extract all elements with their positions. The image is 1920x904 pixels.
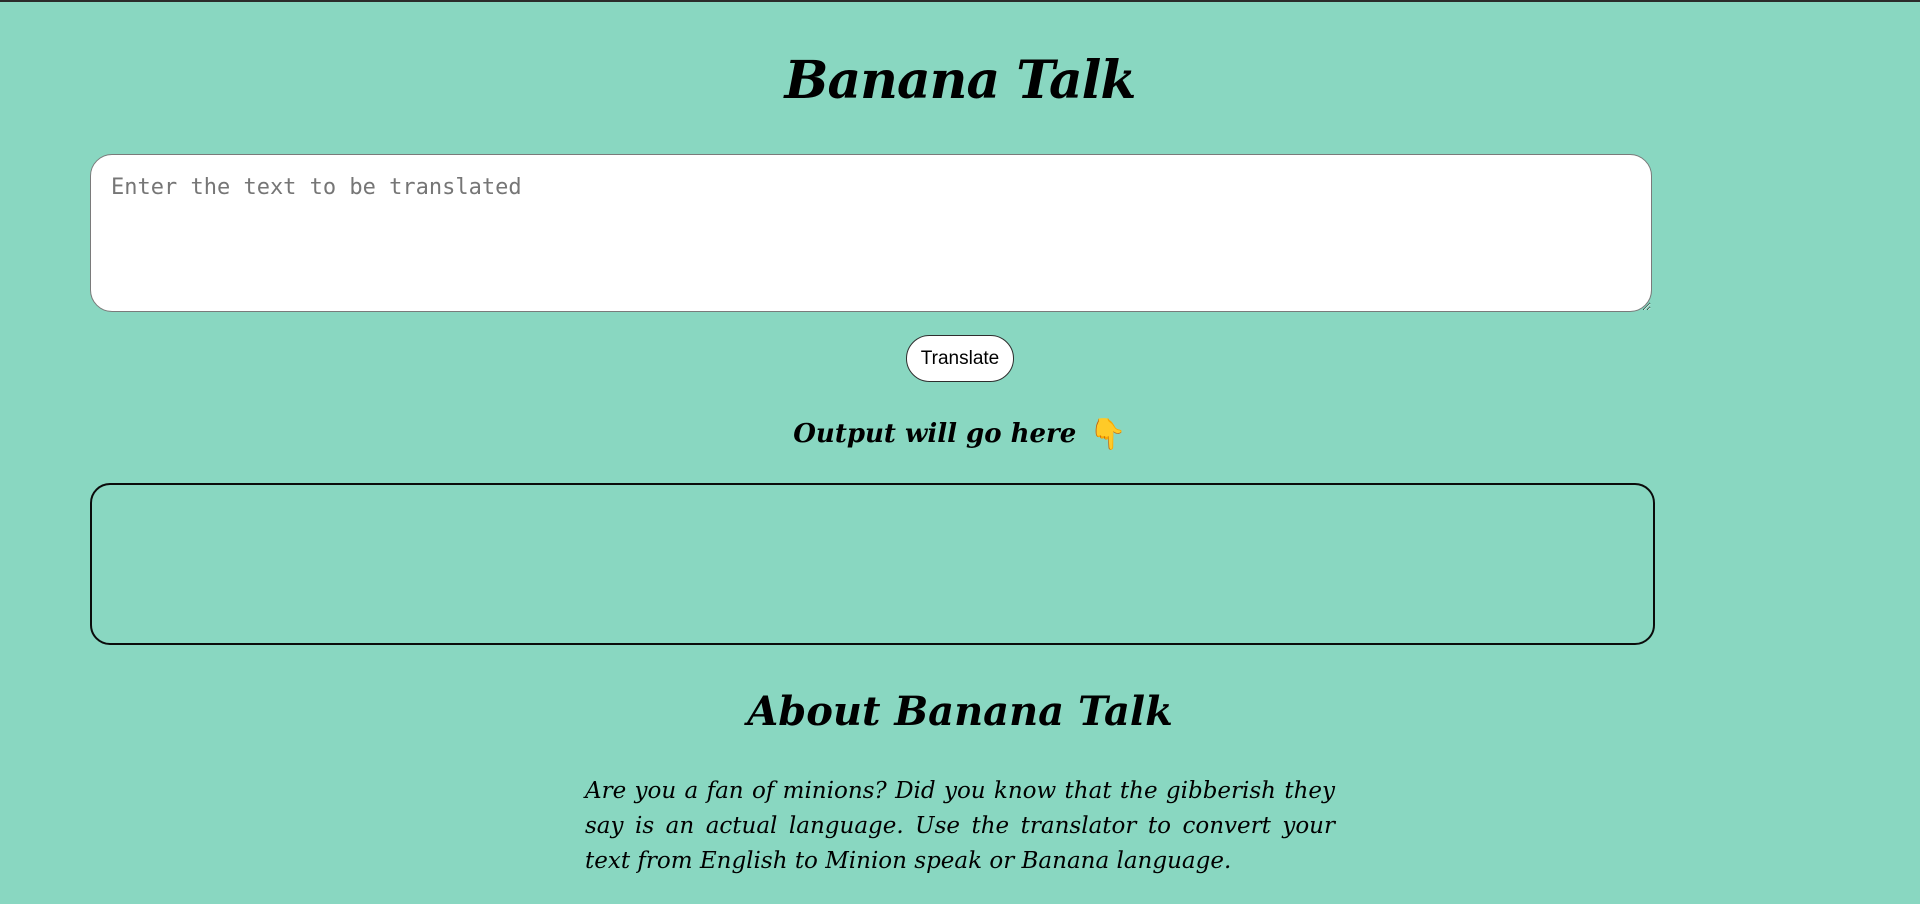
pointing-down-hand-icon: 👇 — [1089, 417, 1127, 452]
about-text: Are you a fan of minions? Did you know t… — [585, 778, 1335, 874]
translate-button[interactable]: Translate — [906, 335, 1014, 382]
page-title: Banana Talk — [784, 50, 1137, 111]
output-box — [90, 483, 1655, 645]
about-title: About Banana Talk — [747, 688, 1173, 735]
page: Banana Talk Translate Output will go her… — [0, 2, 1920, 904]
output-heading: Output will go here 👇 — [0, 414, 1920, 455]
output-label-text: Output will go here — [793, 419, 1077, 449]
text-input[interactable] — [90, 154, 1652, 312]
